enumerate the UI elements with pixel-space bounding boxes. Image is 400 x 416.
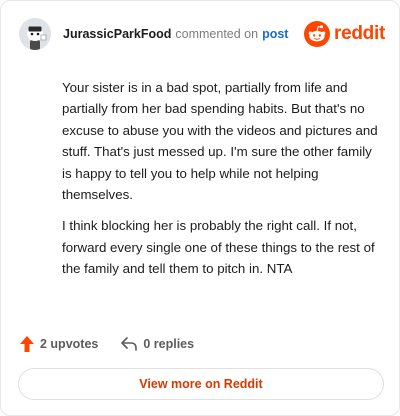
reply-count: 0 replies [143, 337, 195, 351]
comment-meta: JurassicParkFood commented on post [63, 27, 288, 41]
upvote-arrow-icon [20, 336, 34, 352]
snoo-avatar-icon [19, 18, 51, 50]
reply-arrow-icon [121, 337, 138, 351]
comment-paragraph-2: I think blocking her is probably the rig… [62, 218, 375, 277]
avatar[interactable] [19, 18, 51, 50]
upvote-count: 2 upvotes [40, 337, 99, 351]
comment-embed-card: JurassicParkFood commented on post reddit … [0, 0, 400, 416]
view-more-button[interactable]: View more on Reddit [18, 368, 384, 400]
post-link[interactable]: post [262, 27, 288, 41]
comment-body: Your sister is in a bad spot, partially … [62, 77, 378, 290]
comment-paragraph-1: Your sister is in a bad spot, partially … [62, 80, 378, 203]
reply-button[interactable]: 0 replies [120, 336, 194, 352]
reddit-logo[interactable]: reddit [304, 21, 385, 47]
comment-actions: 2 upvotes 0 replies [19, 334, 194, 354]
comment-header: JurassicParkFood commented on post reddit [19, 18, 385, 54]
reddit-wordmark: reddit [334, 23, 385, 44]
commented-on-text: commented on [175, 27, 259, 41]
upvote-button[interactable]: 2 upvotes [19, 335, 98, 353]
author-name[interactable]: JurassicParkFood [63, 27, 171, 41]
reddit-logo-icon [304, 21, 331, 47]
